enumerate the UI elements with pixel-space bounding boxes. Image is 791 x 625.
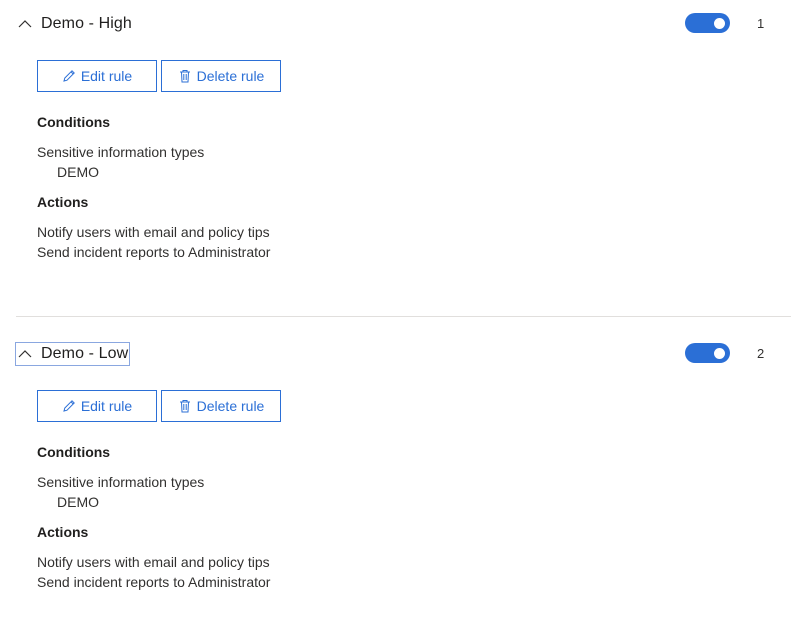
action-item: Notify users with email and policy tips: [37, 554, 270, 570]
actions-heading: Actions: [37, 194, 89, 210]
edit-rule-label: Edit rule: [80, 68, 133, 84]
rule-header-demo-low[interactable]: Demo - Low: [14, 342, 131, 366]
action-item: Notify users with email and policy tips: [37, 224, 270, 240]
rule-title: Demo - High: [41, 15, 132, 32]
action-item: Send incident reports to Administrator: [37, 574, 271, 590]
pencil-icon: [63, 70, 75, 82]
pencil-icon: [63, 400, 75, 412]
rule-header-demo-high[interactable]: Demo - High: [16, 13, 133, 35]
chevron-up-icon: [18, 350, 32, 358]
delete-rule-button[interactable]: Delete rule: [161, 390, 281, 422]
rule-priority: 2: [757, 346, 765, 361]
delete-rule-button[interactable]: Delete rule: [161, 60, 281, 92]
condition-type: Sensitive information types: [37, 144, 205, 160]
rule-divider: [16, 316, 791, 317]
conditions-heading: Conditions: [37, 444, 111, 460]
rule-title: Demo - Low: [41, 345, 129, 362]
condition-value: DEMO: [57, 164, 99, 180]
rule-priority: 1: [757, 16, 765, 31]
trash-icon: [179, 70, 190, 83]
rule-enabled-toggle[interactable]: [685, 13, 730, 33]
edit-rule-button[interactable]: Edit rule: [37, 60, 157, 92]
toggle-knob: [714, 18, 725, 29]
condition-type: Sensitive information types: [37, 474, 205, 490]
chevron-up-icon: [18, 20, 32, 28]
edit-rule-label: Edit rule: [80, 398, 133, 414]
toggle-knob: [714, 348, 725, 359]
conditions-heading: Conditions: [37, 114, 111, 130]
edit-rule-button[interactable]: Edit rule: [37, 390, 157, 422]
action-item: Send incident reports to Administrator: [37, 244, 271, 260]
rule-enabled-toggle[interactable]: [685, 343, 730, 363]
condition-value: DEMO: [57, 494, 99, 510]
delete-rule-label: Delete rule: [196, 398, 265, 414]
delete-rule-label: Delete rule: [196, 68, 265, 84]
actions-heading: Actions: [37, 524, 89, 540]
trash-icon: [179, 400, 190, 413]
